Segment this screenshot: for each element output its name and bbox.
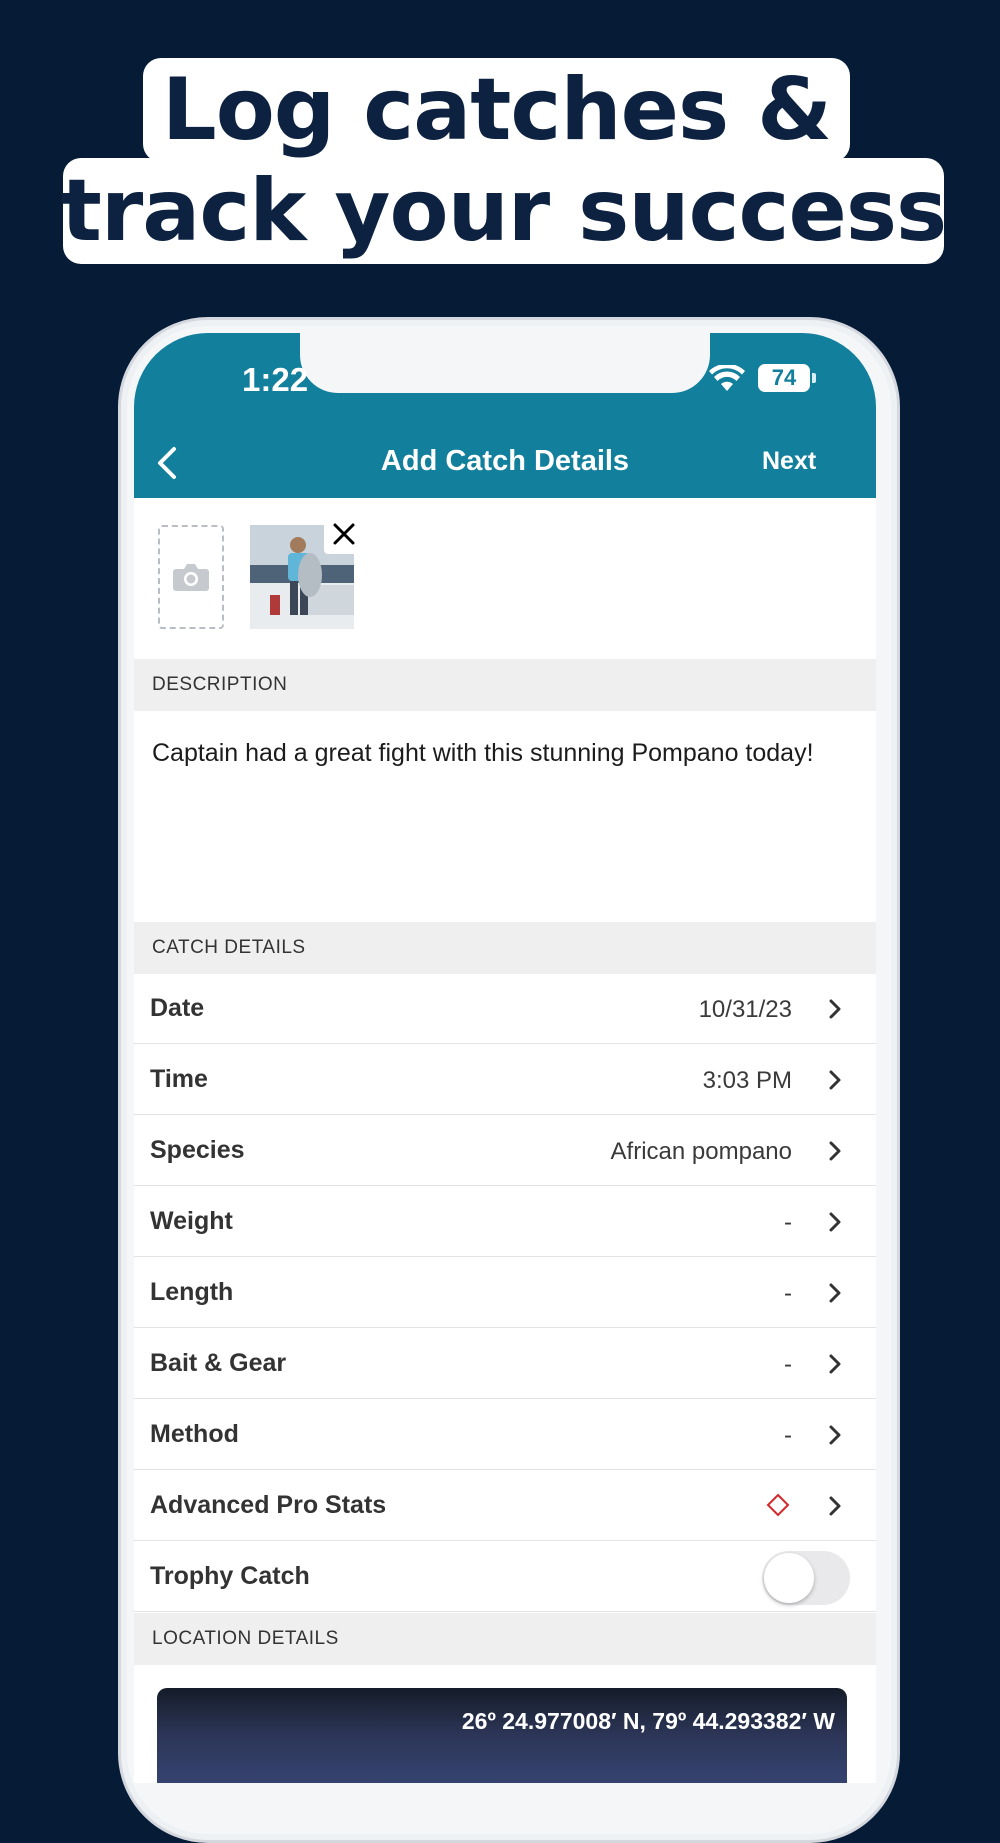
chevron-right-icon — [829, 1141, 841, 1161]
row-label: Time — [150, 1065, 208, 1093]
row-label: Advanced Pro Stats — [150, 1491, 387, 1519]
next-button[interactable]: Next — [762, 447, 816, 476]
close-icon — [333, 523, 355, 545]
row-method[interactable]: Method - — [134, 1400, 876, 1470]
row-length[interactable]: Length - — [134, 1258, 876, 1328]
phone-screen: 1:22 74 Add Catch Details Next DESCRIPTI… — [134, 333, 876, 1783]
row-value: 3:03 PM — [702, 1067, 792, 1094]
description-input[interactable]: Captain had a great fight with this stun… — [152, 733, 852, 773]
row-label: Bait & Gear — [150, 1349, 287, 1377]
toggle-knob — [764, 1553, 814, 1603]
row-bait-gear[interactable]: Bait & Gear - — [134, 1329, 876, 1399]
chevron-right-icon — [829, 1212, 841, 1232]
row-label: Method — [150, 1420, 239, 1448]
row-label: Date — [150, 994, 205, 1022]
battery-level: 74 — [771, 365, 797, 390]
pro-diamond-icon — [766, 1493, 790, 1517]
chevron-right-icon — [829, 1354, 841, 1374]
row-label: Length — [150, 1278, 234, 1306]
row-trophy-catch: Trophy Catch — [134, 1542, 876, 1612]
row-label: Species — [150, 1136, 245, 1164]
chevron-right-icon — [829, 1070, 841, 1090]
row-value: - — [784, 1280, 792, 1307]
row-weight[interactable]: Weight - — [134, 1187, 876, 1257]
row-label: Weight — [150, 1207, 233, 1235]
chevron-right-icon — [829, 1496, 841, 1516]
chevron-right-icon — [829, 1283, 841, 1303]
photo-strip — [134, 498, 876, 658]
notch — [300, 333, 710, 393]
row-value: - — [784, 1209, 792, 1236]
add-photo-button[interactable] — [158, 525, 224, 629]
headline-line-1: Log catches & — [143, 58, 850, 162]
battery-icon: 74 — [758, 364, 810, 392]
row-time[interactable]: Time 3:03 PM — [134, 1045, 876, 1115]
wifi-icon — [709, 365, 745, 391]
headline-line-2: track your success — [61, 158, 947, 264]
row-value: - — [784, 1422, 792, 1449]
remove-photo-button[interactable] — [324, 514, 364, 554]
trophy-catch-toggle[interactable] — [762, 1551, 850, 1605]
description-header: DESCRIPTION — [134, 659, 876, 711]
row-value: 10/31/23 — [698, 996, 792, 1023]
row-species[interactable]: Species African pompano — [134, 1116, 876, 1186]
battery-nub — [812, 373, 816, 383]
row-date[interactable]: Date 10/31/23 — [134, 974, 876, 1044]
chevron-right-icon — [829, 999, 841, 1019]
row-value: - — [784, 1351, 792, 1378]
location-map[interactable]: 26º 24.977008′ N, 79º 44.293382′ W — [157, 1688, 847, 1783]
chevron-right-icon — [829, 1425, 841, 1445]
status-time: 1:22 — [242, 361, 309, 398]
row-value: African pompano — [610, 1138, 792, 1165]
catch-details-header: CATCH DETAILS — [134, 922, 876, 974]
location-details-header: LOCATION DETAILS — [134, 1613, 876, 1665]
row-advanced-pro-stats[interactable]: Advanced Pro Stats — [134, 1471, 876, 1541]
location-coordinates: 26º 24.977008′ N, 79º 44.293382′ W — [461, 1708, 835, 1734]
camera-icon — [173, 564, 209, 591]
headline: Log catches & track your success — [0, 0, 1000, 300]
row-label: Trophy Catch — [150, 1562, 310, 1590]
